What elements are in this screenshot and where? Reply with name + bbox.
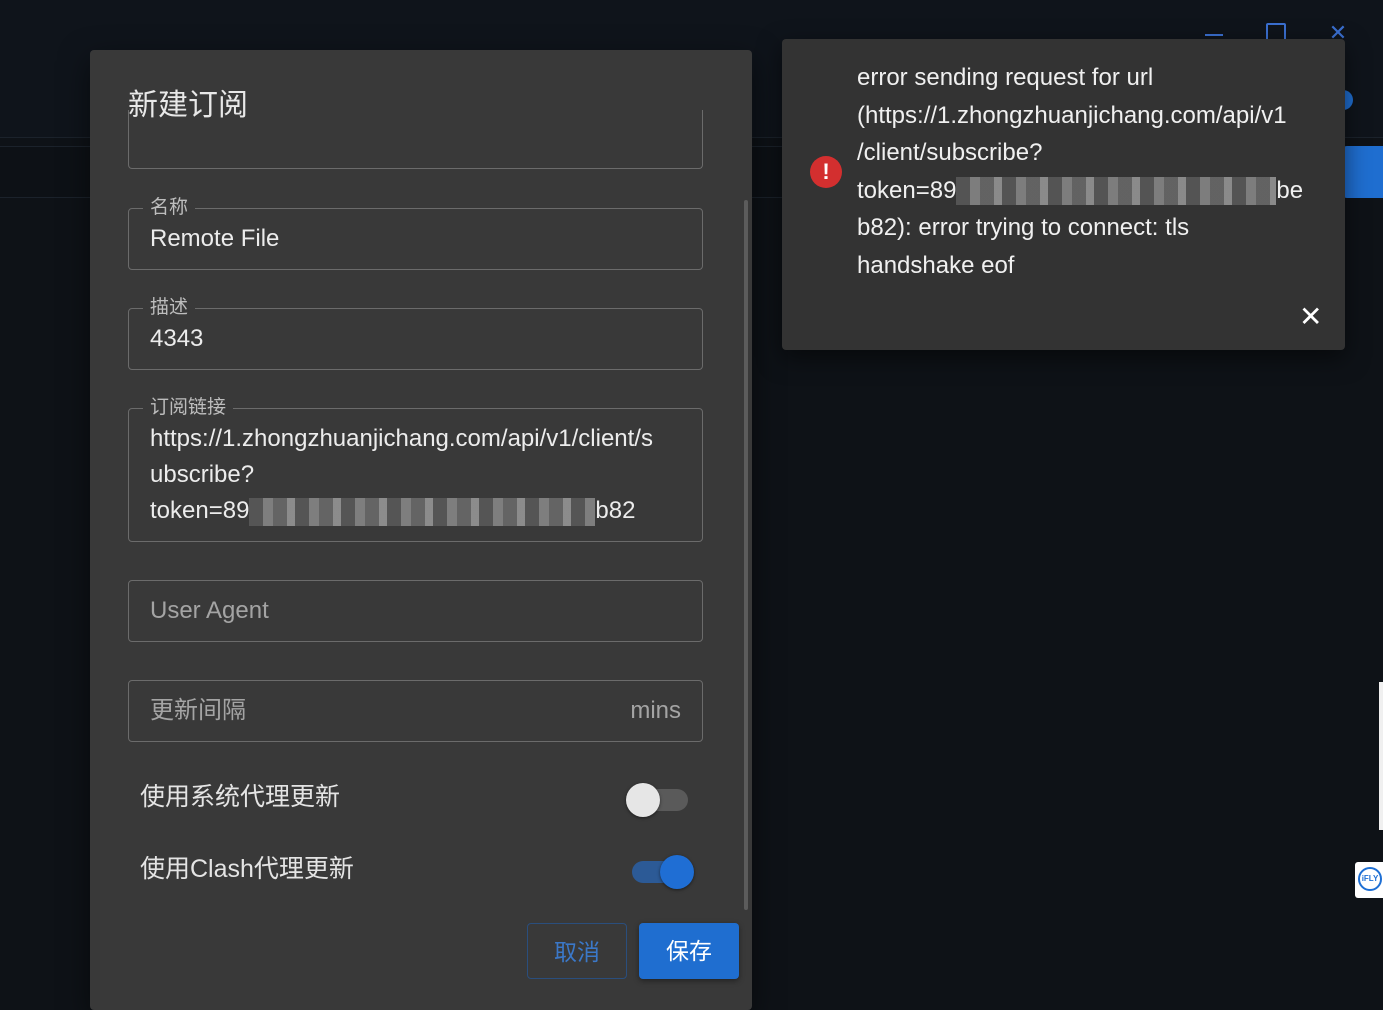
clash-proxy-toggle[interactable] xyxy=(632,855,694,889)
clash-proxy-row: 使用Clash代理更新 xyxy=(140,849,700,889)
save-button[interactable]: 保存 xyxy=(639,923,739,979)
update-interval-unit: mins xyxy=(630,697,681,724)
close-icon[interactable]: ✕ xyxy=(1299,303,1322,331)
system-proxy-row: 使用系统代理更新 xyxy=(140,777,700,817)
url-token-suffix: b82 xyxy=(595,497,636,524)
error-line: /client/subscribe? xyxy=(857,139,1043,167)
clash-proxy-label: 使用Clash代理更新 xyxy=(140,855,354,883)
update-interval-field[interactable]: 更新间隔 mins xyxy=(128,680,703,742)
type-field-partial[interactable] xyxy=(128,110,703,169)
error-token-suffix: be xyxy=(1276,176,1304,204)
ifly-floating-badge[interactable]: iFLY xyxy=(1355,862,1383,898)
name-field[interactable]: 名称 Remote File xyxy=(128,197,703,270)
user-agent-field[interactable]: User Agent xyxy=(128,580,703,642)
error-line: b82): error trying to connect: tls xyxy=(857,214,1190,242)
error-line: error sending request for url xyxy=(857,64,1154,91)
new-subscription-dialog: 新建订阅 名称 Remote File 描述 4343 订阅链接 https:/… xyxy=(90,50,752,1010)
error-message: error sending request for url (https://1… xyxy=(857,59,1322,285)
error-notification: ! error sending request for url (https:/… xyxy=(782,39,1345,350)
toggle-knob xyxy=(626,783,660,817)
error-line: handshake eof xyxy=(857,251,1015,279)
error-line: (https://1.zhongzhuanjichang.com/api/v1 xyxy=(857,101,1287,129)
error-line: token=89 be xyxy=(857,172,1322,210)
redacted-token-mask xyxy=(956,177,1277,206)
url-token-prefix: token=89 xyxy=(150,497,250,524)
system-proxy-label: 使用系统代理更新 xyxy=(140,783,341,811)
name-field-value: Remote File xyxy=(150,225,280,252)
user-agent-placeholder: User Agent xyxy=(150,597,269,624)
subscription-url-field-label: 订阅链接 xyxy=(143,397,234,419)
subscription-url-value: https://1.zhongzhuanjichang.com/api/v1/c… xyxy=(150,421,653,529)
url-line-2: ubscribe? xyxy=(150,461,255,488)
system-proxy-toggle[interactable] xyxy=(626,783,688,817)
background-panel-edge xyxy=(1379,682,1383,830)
description-field-value: 4343 xyxy=(150,325,204,352)
description-field-label: 描述 xyxy=(143,297,196,319)
error-token-prefix: token=89 xyxy=(857,176,957,204)
update-interval-placeholder: 更新间隔 xyxy=(150,697,246,724)
url-line-1: https://1.zhongzhuanjichang.com/api/v1/c… xyxy=(150,425,653,452)
description-field[interactable]: 描述 4343 xyxy=(128,297,703,370)
name-field-label: 名称 xyxy=(143,197,196,219)
redacted-token-mask xyxy=(249,497,596,526)
toggle-knob xyxy=(660,855,694,889)
cancel-button[interactable]: 取消 xyxy=(527,923,627,979)
dialog-scrollbar[interactable] xyxy=(744,200,748,910)
url-line-3: token=89 b82 xyxy=(150,493,653,529)
error-icon: ! xyxy=(810,156,842,188)
background-primary-button xyxy=(1343,146,1383,198)
ifly-logo-icon: iFLY xyxy=(1358,867,1382,891)
subscription-url-field[interactable]: 订阅链接 https://1.zhongzhuanjichang.com/api… xyxy=(128,397,703,542)
